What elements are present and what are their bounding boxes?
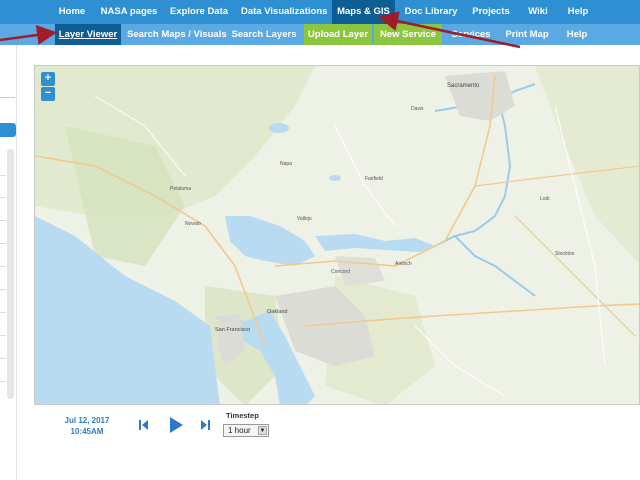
step-back-icon[interactable] [138,418,150,432]
timeline-date: Jul 12, 2017 [64,416,110,425]
timestep-value: 1 hour [228,426,251,435]
timeline-time: 10:45AM [70,427,104,436]
arrow-to-maps-gis [378,11,521,49]
step-forward-icon[interactable] [199,418,211,432]
play-icon[interactable] [168,416,184,434]
annotation-arrows [0,11,521,49]
timestep-label: Timestep [226,411,259,420]
timestep-select[interactable]: 1 hour ▼ [223,424,269,437]
timeline-datetime: Jul 12, 2017 10:45AM [52,415,122,437]
arrow-to-layer-viewer [0,25,57,45]
dropdown-arrow-icon: ▼ [258,426,267,435]
